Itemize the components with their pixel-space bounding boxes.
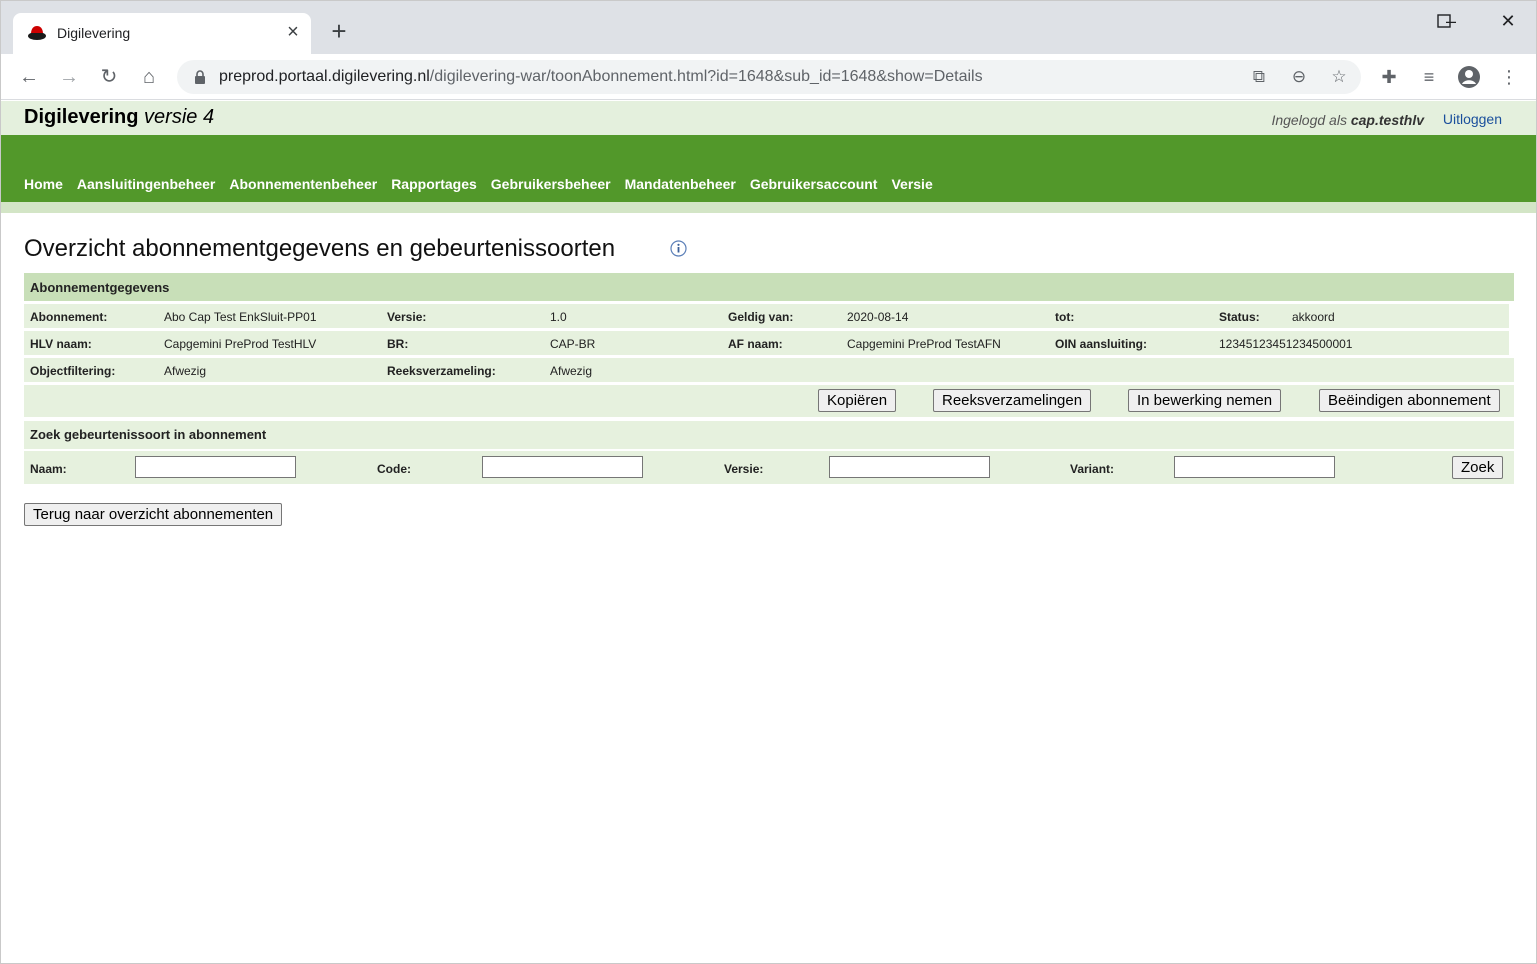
br-label: BR: xyxy=(387,337,409,351)
af-naam-value: Capgemini PreProd TestAFN xyxy=(847,337,1001,351)
tot-label: tot: xyxy=(1055,310,1075,324)
profile-avatar-icon[interactable] xyxy=(1457,65,1481,89)
geldig-van-label: Geldig van: xyxy=(728,310,794,324)
oin-aansluiting-label: OIN aansluiting: xyxy=(1055,337,1148,351)
sub-navigation-bar xyxy=(1,202,1536,213)
versie-value: 1.0 xyxy=(550,310,567,324)
details-row-1: Abonnement: Abo Cap Test EnkSluit-PP01 V… xyxy=(24,304,1509,328)
back-to-overview-button[interactable]: Terug naar overzicht abonnementen xyxy=(24,503,283,526)
menu-kebab-icon[interactable]: ⋮ xyxy=(1497,65,1521,89)
variant-input[interactable] xyxy=(1174,456,1335,478)
variant-label: Variant: xyxy=(1070,462,1115,476)
back-arrow-icon[interactable]: ← xyxy=(17,65,41,89)
reeksverzameling-value: Afwezig xyxy=(550,364,593,378)
objectfiltering-value: Afwezig xyxy=(164,364,207,378)
versie-input[interactable] xyxy=(829,456,990,478)
media-queue-icon[interactable]: ≡ xyxy=(1417,65,1441,89)
af-naam-label: AF naam: xyxy=(728,337,783,351)
forward-arrow-icon[interactable]: → xyxy=(57,65,81,89)
copy-button[interactable]: Kopiëren xyxy=(818,389,897,412)
status-value: akkoord xyxy=(1292,310,1335,324)
extensions-puzzle-icon[interactable]: ✚ xyxy=(1377,65,1401,89)
nav-home[interactable]: Home xyxy=(24,176,63,192)
hlv-naam-label: HLV naam: xyxy=(30,337,92,351)
nav-abonnementenbeheer[interactable]: Abonnementenbeheer xyxy=(229,176,377,192)
bookmark-star-icon[interactable]: ☆ xyxy=(1328,66,1350,88)
tab-strip: Digilevering × + – ✕ xyxy=(1,1,1536,54)
url-text: preprod.portaal.digilevering.nl/digileve… xyxy=(219,68,983,86)
br-value: CAP-BR xyxy=(550,337,596,351)
tab-digilevering[interactable]: Digilevering × xyxy=(13,13,311,54)
nav-versie[interactable]: Versie xyxy=(891,176,932,192)
nav-mandatenbeheer[interactable]: Mandatenbeheer xyxy=(625,176,736,192)
reeksverzameling-label: Reeksverzameling: xyxy=(387,364,496,378)
geldig-van-value: 2020-08-14 xyxy=(847,310,909,324)
nav-gebruikersbeheer[interactable]: Gebruikersbeheer xyxy=(491,176,611,192)
maximize-icon[interactable] xyxy=(1437,14,1451,28)
details-row-3: Objectfiltering: Afwezig Reeksverzamelin… xyxy=(24,358,1514,382)
login-info: Ingelogd als cap.testhlv xyxy=(1271,112,1424,128)
code-label: Code: xyxy=(377,462,411,476)
search-button[interactable]: Zoek xyxy=(1452,456,1504,479)
naam-label: Naam: xyxy=(30,462,67,476)
app-name: Digilevering xyxy=(24,106,139,128)
abonnement-label: Abonnement: xyxy=(30,310,108,324)
app-title: Digilevering versie 4 xyxy=(24,106,214,129)
search-form: Naam: Code: Versie: Variant: Zoek xyxy=(24,451,1514,484)
nav-gebruikersaccount[interactable]: Gebruikersaccount xyxy=(750,176,878,192)
browser-window: Digilevering × + – ✕ ← → ↻ ⌂ preprod.por… xyxy=(0,0,1537,964)
hlv-naam-value: Capgemini PreProd TestHLV xyxy=(164,337,317,351)
login-prefix: Ingelogd als xyxy=(1271,112,1347,128)
redhat-favicon-icon xyxy=(28,26,46,40)
translate-icon[interactable]: ⧉ xyxy=(1248,66,1270,88)
main-navigation: Home Aansluitingenbeheer Abonnementenbeh… xyxy=(1,135,1536,202)
take-in-edit-button[interactable]: In bewerking nemen xyxy=(1128,389,1282,412)
browser-toolbar: ← → ↻ ⌂ preprod.portaal.digilevering.nl/… xyxy=(1,54,1536,100)
versie-search-label: Versie: xyxy=(724,462,764,476)
address-bar[interactable]: preprod.portaal.digilevering.nl/digileve… xyxy=(177,60,1361,94)
page-title: Overzicht abonnementgegevens en gebeurte… xyxy=(24,235,616,262)
oin-aansluiting-value: 12345123451234500001 xyxy=(1219,337,1353,351)
naam-input[interactable] xyxy=(135,456,296,478)
close-window-icon[interactable]: ✕ xyxy=(1494,9,1522,33)
info-icon[interactable] xyxy=(670,240,687,257)
app-header: Digilevering versie 4 Ingelogd als cap.t… xyxy=(1,101,1536,135)
lock-icon xyxy=(195,70,205,84)
objectfiltering-label: Objectfiltering: xyxy=(30,364,116,378)
tab-title: Digilevering xyxy=(57,25,131,41)
nav-rapportages[interactable]: Rapportages xyxy=(391,176,477,192)
url-path: /digilevering-war/toonAbonnement.html?id… xyxy=(429,68,983,85)
versie-label: Versie: xyxy=(387,310,427,324)
new-tab-icon[interactable]: + xyxy=(327,18,351,44)
home-icon[interactable]: ⌂ xyxy=(137,65,161,89)
details-row-2: HLV naam: Capgemini PreProd TestHLV BR: … xyxy=(24,331,1509,355)
zoom-out-icon[interactable]: ⊖ xyxy=(1288,66,1310,88)
series-collections-button[interactable]: Reeksverzamelingen xyxy=(933,389,1092,412)
page-content: Digilevering versie 4 Ingelogd als cap.t… xyxy=(1,101,1536,963)
reload-icon[interactable]: ↻ xyxy=(97,65,121,89)
logout-link[interactable]: Uitloggen xyxy=(1443,111,1502,127)
code-input[interactable] xyxy=(482,456,643,478)
url-host: preprod.portaal.digilevering.nl xyxy=(219,68,430,85)
action-button-row: Kopiëren Reeksverzamelingen In bewerking… xyxy=(24,385,1514,417)
abonnement-value: Abo Cap Test EnkSluit-PP01 xyxy=(164,310,317,324)
nav-aansluitingenbeheer[interactable]: Aansluitingenbeheer xyxy=(77,176,215,192)
login-user: cap.testhlv xyxy=(1350,112,1424,128)
close-tab-icon[interactable]: × xyxy=(283,22,303,42)
app-version: versie 4 xyxy=(144,106,215,128)
search-section-title: Zoek gebeurtenissoort in abonnement xyxy=(24,421,1514,449)
end-subscription-button[interactable]: Beëindigen abonnement xyxy=(1319,389,1500,412)
section-abonnementgegevens: Abonnementgegevens xyxy=(24,273,1514,301)
status-label: Status: xyxy=(1219,310,1260,324)
